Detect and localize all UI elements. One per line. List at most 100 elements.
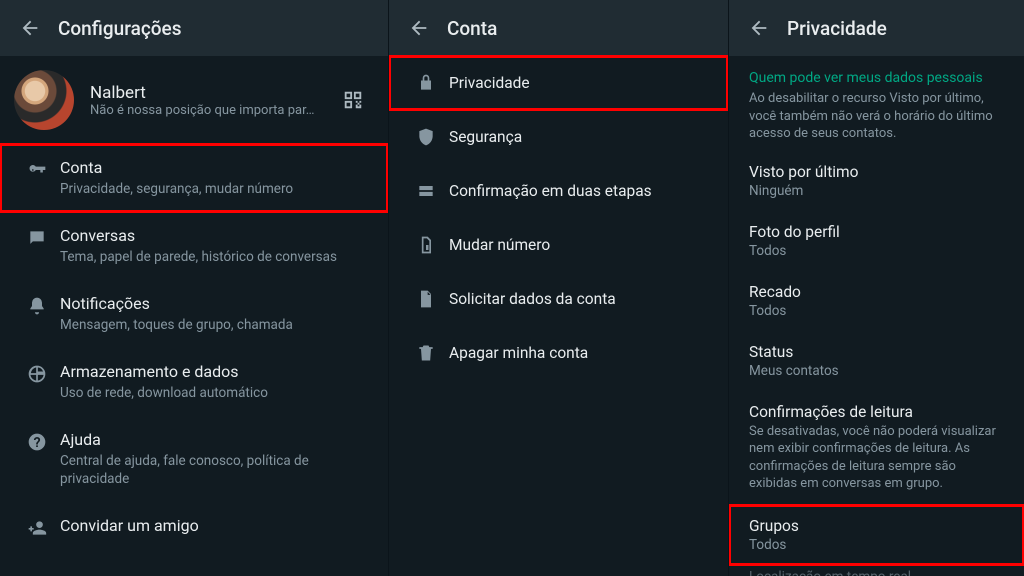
- simple-label: Apagar minha conta: [449, 344, 588, 362]
- priv-title: Confirmações de leitura: [749, 403, 1004, 421]
- invite-icon: [27, 518, 47, 538]
- simple-label: Privacidade: [449, 74, 530, 92]
- priv-title: Grupos: [749, 517, 1004, 535]
- shield-icon: [416, 127, 436, 147]
- trash-icon-wrap: [403, 343, 449, 363]
- list-title: Convidar um amigo: [60, 516, 368, 537]
- invite-icon-wrap: [14, 516, 60, 538]
- settings-item-key[interactable]: ContaPrivacidade, segurança, mudar númer…: [0, 144, 388, 212]
- account-title: Conta: [447, 17, 497, 40]
- list-text: ConversasTema, papel de parede, históric…: [60, 226, 368, 266]
- back-button[interactable]: [741, 10, 777, 46]
- list-title: Armazenamento e dados: [60, 362, 368, 383]
- simple-label: Confirmação em duas etapas: [449, 182, 652, 200]
- profile-name: Nalbert: [90, 83, 342, 103]
- chat-icon-wrap: [14, 226, 60, 248]
- data-icon-wrap: [14, 362, 60, 384]
- privacy-item[interactable]: Status Meus contatos: [729, 331, 1024, 391]
- simple-label: Segurança: [449, 128, 522, 146]
- account-item-shield[interactable]: Segurança: [389, 110, 728, 164]
- bell-icon: [27, 296, 47, 316]
- list-text: ContaPrivacidade, segurança, mudar númer…: [60, 158, 368, 198]
- help-icon: [27, 432, 47, 452]
- priv-title: Foto do perfil: [749, 223, 1004, 241]
- list-sub: Central de ajuda, fale conosco, política…: [60, 452, 368, 488]
- priv-value: Todos: [749, 243, 1004, 259]
- list-text: Armazenamento e dadosUso de rede, downlo…: [60, 362, 368, 402]
- section-desc: Ao desabilitar o recurso Visto por últim…: [729, 88, 1024, 151]
- sim-icon-wrap: [403, 235, 449, 255]
- list-title: Conta: [60, 158, 368, 179]
- settings-title: Configurações: [58, 17, 181, 40]
- key-icon-wrap: [14, 158, 60, 180]
- privacy-panel: Privacidade Quem pode ver meus dados pes…: [728, 0, 1024, 576]
- shield-icon-wrap: [403, 127, 449, 147]
- list-sub: Tema, papel de parede, histórico de conv…: [60, 248, 368, 266]
- list-text: Convidar um amigo: [60, 516, 368, 537]
- account-panel: Conta Privacidade Segurança Confirmação em…: [388, 0, 728, 576]
- privacy-item[interactable]: Foto do perfil Todos: [729, 211, 1024, 271]
- cutoff-text: Localização em tempo real: [729, 565, 1024, 576]
- privacy-title: Privacidade: [787, 17, 887, 40]
- help-icon-wrap: [14, 430, 60, 452]
- pin-icon: [416, 181, 436, 201]
- list-text: AjudaCentral de ajuda, fale conosco, pol…: [60, 430, 368, 488]
- account-item-sim[interactable]: Mudar número: [389, 218, 728, 272]
- doc-icon: [416, 289, 436, 309]
- settings-item-invite[interactable]: Convidar um amigo: [0, 502, 388, 552]
- priv-value: Todos: [749, 303, 1004, 319]
- simple-label: Solicitar dados da conta: [449, 290, 616, 308]
- data-icon: [27, 364, 47, 384]
- account-item-doc[interactable]: Solicitar dados da conta: [389, 272, 728, 326]
- profile-status: Não é nossa posição que importa par…: [90, 103, 320, 118]
- sim-icon: [416, 235, 436, 255]
- arrow-left-icon: [748, 17, 770, 39]
- section-heading: Quem pode ver meus dados pessoais: [729, 56, 1024, 88]
- pin-icon-wrap: [403, 181, 449, 201]
- qr-button[interactable]: [342, 89, 364, 111]
- priv-value: Meus contatos: [749, 363, 1004, 379]
- account-item-pin[interactable]: Confirmação em duas etapas: [389, 164, 728, 218]
- bell-icon-wrap: [14, 294, 60, 316]
- settings-item-help[interactable]: AjudaCentral de ajuda, fale conosco, pol…: [0, 416, 388, 502]
- priv-title: Status: [749, 343, 1004, 361]
- settings-item-data[interactable]: Armazenamento e dadosUso de rede, downlo…: [0, 348, 388, 416]
- settings-header: Configurações: [0, 0, 388, 56]
- account-item-trash[interactable]: Apagar minha conta: [389, 326, 728, 380]
- priv-title: Visto por último: [749, 163, 1004, 181]
- groups-item[interactable]: Grupos Todos: [729, 505, 1024, 565]
- back-button[interactable]: [12, 10, 48, 46]
- priv-value: Todos: [749, 537, 1004, 553]
- lock-icon-wrap: [403, 73, 449, 93]
- simple-label: Mudar número: [449, 236, 550, 254]
- list-sub: Privacidade, segurança, mudar número: [60, 180, 368, 198]
- list-title: Ajuda: [60, 430, 368, 451]
- list-sub: Uso de rede, download automático: [60, 384, 368, 402]
- read-receipts-item[interactable]: Confirmações de leitura Se desativadas, …: [729, 391, 1024, 505]
- lock-icon: [416, 73, 436, 93]
- chat-icon: [27, 228, 47, 248]
- profile-text: Nalbert Não é nossa posição que importa …: [90, 83, 342, 118]
- doc-icon-wrap: [403, 289, 449, 309]
- account-header: Conta: [389, 0, 728, 56]
- list-text: NotificaçõesMensagem, toques de grupo, c…: [60, 294, 368, 334]
- arrow-left-icon: [19, 17, 41, 39]
- privacy-header: Privacidade: [729, 0, 1024, 56]
- list-title: Conversas: [60, 226, 368, 247]
- settings-panel: Configurações Nalbert Não é nossa posiçã…: [0, 0, 388, 576]
- settings-item-bell[interactable]: NotificaçõesMensagem, toques de grupo, c…: [0, 280, 388, 348]
- profile-row[interactable]: Nalbert Não é nossa posição que importa …: [0, 56, 388, 144]
- key-icon: [27, 160, 47, 180]
- settings-item-chat[interactable]: ConversasTema, papel de parede, históric…: [0, 212, 388, 280]
- back-button[interactable]: [401, 10, 437, 46]
- qr-icon: [342, 89, 364, 111]
- account-item-lock[interactable]: Privacidade: [389, 56, 728, 110]
- privacy-item[interactable]: Recado Todos: [729, 271, 1024, 331]
- trash-icon: [416, 343, 436, 363]
- list-title: Notificações: [60, 294, 368, 315]
- priv-note: Se desativadas, você não poderá visualiz…: [749, 423, 1004, 493]
- avatar: [14, 70, 74, 130]
- priv-title: Recado: [749, 283, 1004, 301]
- privacy-item[interactable]: Visto por últimoNinguém: [729, 151, 1024, 211]
- list-sub: Mensagem, toques de grupo, chamada: [60, 316, 368, 334]
